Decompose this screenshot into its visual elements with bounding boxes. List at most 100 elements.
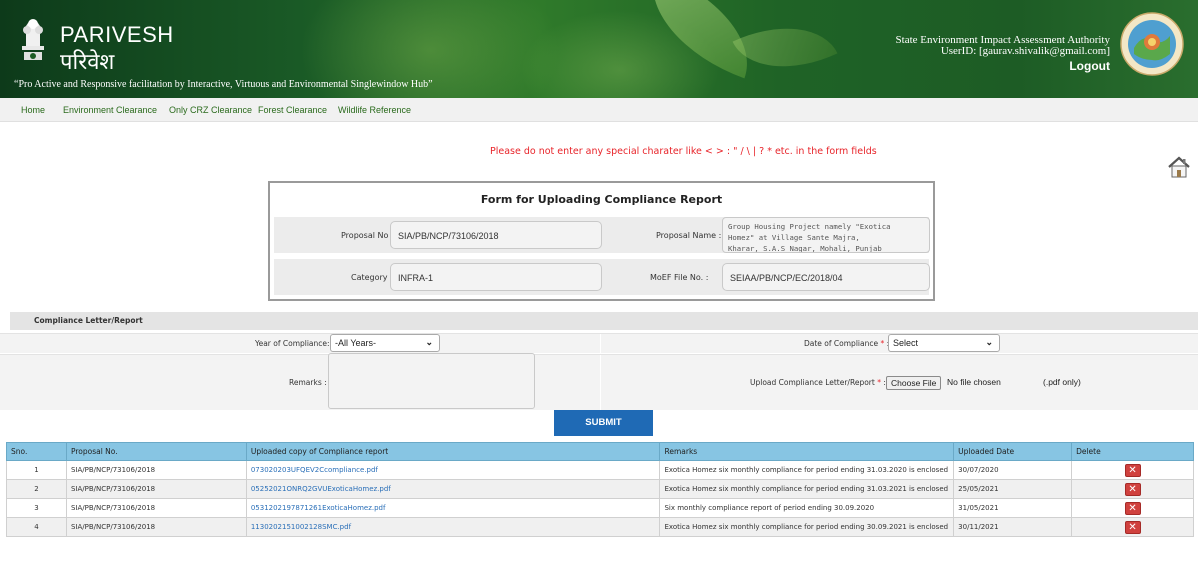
report-file-link[interactable]: 0531202197871261ExoticaHomez.pdf <box>251 504 386 512</box>
choose-file-button[interactable]: Choose File <box>886 376 942 390</box>
cell-file: 1130202151002128SMC.pdf <box>245 517 661 537</box>
brand-name-english: PARIVESH <box>60 22 174 47</box>
form-row-proposal: Proposal No : SIA/PB/NCP/73106/2018 Prop… <box>274 217 930 253</box>
col-header-file: Uploaded copy of Compliance report <box>245 442 661 461</box>
compliance-row-year-date <box>0 333 1198 353</box>
proposal-no-label: Proposal No : <box>341 231 394 240</box>
delete-icon[interactable]: ✕ <box>1124 482 1141 496</box>
file-type-hint: (.pdf only) <box>1043 377 1081 387</box>
cell-remarks: Exotica Homez six monthly compliance for… <box>659 479 955 499</box>
proposal-no-field[interactable]: SIA/PB/NCP/73106/2018 <box>390 221 602 249</box>
cell-sno: 1 <box>6 460 67 480</box>
col-header-remarks: Remarks <box>659 442 955 461</box>
cell-sno: 3 <box>6 498 67 518</box>
category-label: Category : <box>351 273 393 282</box>
category-field[interactable]: INFRA-1 <box>390 263 602 291</box>
remarks-textarea[interactable] <box>328 353 535 409</box>
cell-proposal: SIA/PB/NCP/73106/2018 <box>65 460 247 480</box>
cell-delete: ✕ <box>1071 460 1194 480</box>
compliance-form-box: Form for Uploading Compliance Report Pro… <box>268 181 935 301</box>
cell-file: 0531202197871261ExoticaHomez.pdf <box>245 498 661 518</box>
column-divider <box>600 355 601 410</box>
proposal-name-line: Homez" at Village Sante Majra, <box>728 233 860 242</box>
cell-remarks: Six monthly compliance report of period … <box>659 498 955 518</box>
report-file-link[interactable]: 073020203UFQEV2Ccompliance.pdf <box>251 466 378 474</box>
user-info-block: State Environment Impact Assessment Auth… <box>896 35 1110 73</box>
cell-remarks: Exotica Homez six monthly compliance for… <box>659 517 955 537</box>
report-file-link[interactable]: 05252021ONRQ2GVUExoticaHomez.pdf <box>251 485 391 493</box>
upload-label: Upload Compliance Letter/Report * : <box>750 378 886 387</box>
proposal-name-line: Kharar, S.A.S Nagar, Mohali, Punjab <box>728 244 882 253</box>
col-header-date: Uploaded Date <box>953 442 1073 461</box>
column-divider <box>600 334 601 353</box>
user-id: UserID: [gaurav.shivalik@gmail.com] <box>940 45 1110 57</box>
state-seal-icon <box>1120 12 1184 76</box>
year-selected-value: -All Years- <box>335 338 377 348</box>
cell-remarks: Exotica Homez six monthly compliance for… <box>659 460 955 480</box>
date-of-compliance-select[interactable]: Select ⌄ <box>888 334 1000 352</box>
site-header: PARIVESH परिवेश “Pro Active and Responsi… <box>0 0 1198 98</box>
cell-date: 31/05/2021 <box>953 498 1073 518</box>
upload-label-text: Upload Compliance Letter/Report <box>750 378 875 387</box>
compliance-row-remarks-upload <box>0 354 1198 410</box>
cell-proposal: SIA/PB/NCP/73106/2018 <box>65 479 247 499</box>
table-header-row: Sno. Proposal No. Uploaded copy of Compl… <box>6 442 1194 461</box>
date-selected-value: Select <box>893 338 919 348</box>
form-row-category: Category : INFRA-1 MoEF File No. : SEIAA… <box>274 259 930 295</box>
tagline: “Pro Active and Responsive facilitation … <box>14 79 433 90</box>
cell-proposal: SIA/PB/NCP/73106/2018 <box>65 517 247 537</box>
compliance-section-header: Compliance Letter/Report <box>10 312 1198 330</box>
cell-proposal: SIA/PB/NCP/73106/2018 <box>65 498 247 518</box>
col-header-sno: Sno. <box>6 442 67 461</box>
file-status-text: No file chosen <box>947 377 1001 387</box>
leaf-decoration <box>732 3 838 92</box>
proposal-name-label: Proposal Name : <box>656 231 722 240</box>
cell-date: 30/11/2021 <box>953 517 1073 537</box>
table-row: 1 SIA/PB/NCP/73106/2018 073020203UFQEV2C… <box>6 460 1194 480</box>
report-file-link[interactable]: 1130202151002128SMC.pdf <box>251 523 351 531</box>
date-of-compliance-label: Date of Compliance * : <box>804 339 889 348</box>
year-of-compliance-label: Year of Compliance: <box>255 339 330 348</box>
section-title: Compliance Letter/Report <box>34 316 143 325</box>
delete-icon[interactable]: ✕ <box>1124 501 1141 515</box>
brand-name-hindi: परिवेश <box>60 50 115 75</box>
cell-delete: ✕ <box>1071 479 1194 499</box>
nav-crz-clearance[interactable]: Only CRZ Clearance <box>169 105 252 115</box>
proposal-name-line: Group Housing Project namely "Exotica <box>728 222 891 231</box>
home-icon[interactable] <box>1167 156 1191 178</box>
cell-delete: ✕ <box>1071 498 1194 518</box>
input-warning-message: Please do not enter any special charater… <box>490 146 877 157</box>
cell-file: 05252021ONRQ2GVUExoticaHomez.pdf <box>245 479 661 499</box>
compliance-reports-table: Sno. Proposal No. Uploaded copy of Compl… <box>6 442 1194 537</box>
nav-wildlife-reference[interactable]: Wildlife Reference <box>338 105 411 115</box>
cell-file: 073020203UFQEV2Ccompliance.pdf <box>245 460 661 480</box>
delete-icon[interactable]: ✕ <box>1124 520 1141 534</box>
cell-sno: 2 <box>6 479 67 499</box>
main-nav: Home Environment Clearance Only CRZ Clea… <box>0 98 1198 122</box>
proposal-name-field[interactable]: Group Housing Project namely "Exotica Ho… <box>722 217 930 253</box>
table-row: 3 SIA/PB/NCP/73106/2018 0531202197871261… <box>6 498 1194 518</box>
table-row: 4 SIA/PB/NCP/73106/2018 1130202151002128… <box>6 517 1194 537</box>
moef-file-field[interactable]: SEIAA/PB/NCP/EC/2018/04 <box>722 263 930 291</box>
nav-forest-clearance[interactable]: Forest Clearance <box>258 105 327 115</box>
moef-file-label: MoEF File No. : <box>650 273 709 282</box>
submit-button[interactable]: SUBMIT <box>554 410 653 436</box>
national-emblem-icon <box>22 19 44 60</box>
year-of-compliance-select[interactable]: -All Years- ⌄ <box>330 334 440 352</box>
chevron-down-icon: ⌄ <box>425 337 433 347</box>
cell-date: 30/07/2020 <box>953 460 1073 480</box>
cell-delete: ✕ <box>1071 517 1194 537</box>
col-header-proposal: Proposal No. <box>65 442 247 461</box>
col-header-delete: Delete <box>1071 442 1194 461</box>
delete-icon[interactable]: ✕ <box>1124 463 1141 477</box>
nav-home[interactable]: Home <box>21 105 45 115</box>
chevron-down-icon: ⌄ <box>985 337 993 347</box>
table-row: 2 SIA/PB/NCP/73106/2018 05252021ONRQ2GVU… <box>6 479 1194 499</box>
date-label-text: Date of Compliance <box>804 339 879 348</box>
logout-link[interactable]: Logout <box>1069 60 1110 72</box>
form-title: Form for Uploading Compliance Report <box>480 193 723 206</box>
nav-environment-clearance[interactable]: Environment Clearance <box>63 105 157 115</box>
remarks-label: Remarks : <box>289 378 327 387</box>
cell-date: 25/05/2021 <box>953 479 1073 499</box>
cell-sno: 4 <box>6 517 67 537</box>
